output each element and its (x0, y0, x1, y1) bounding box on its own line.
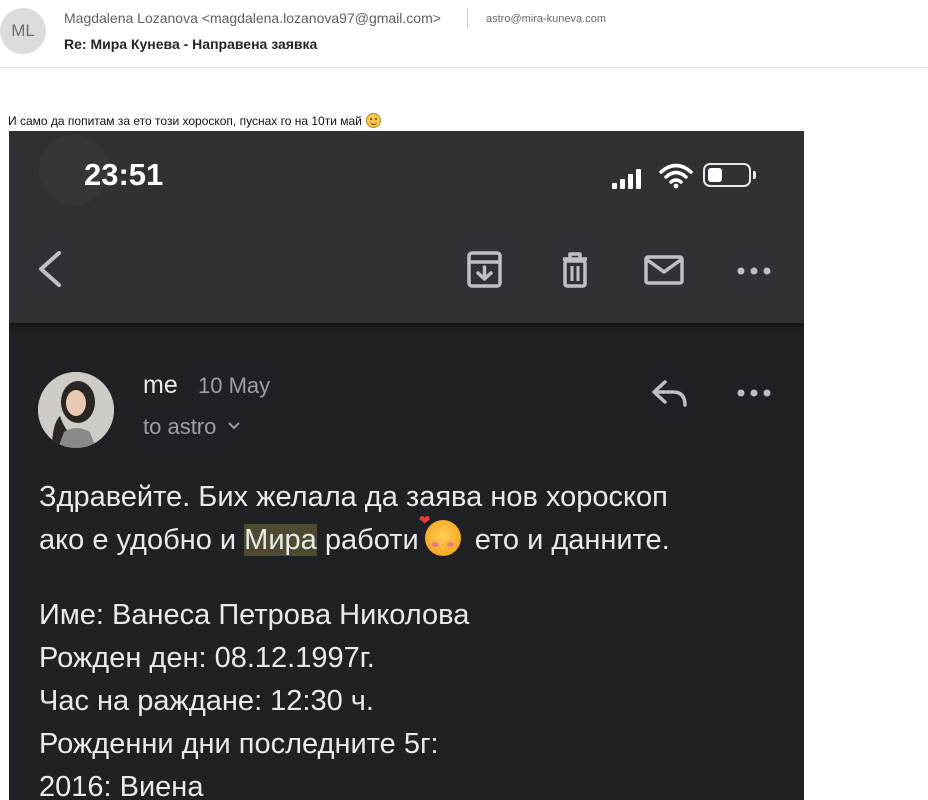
detail-line: Име: Ванеса Петрова Николова (39, 599, 470, 631)
archive-icon[interactable] (467, 251, 502, 288)
battery-icon (703, 163, 751, 187)
header-divider (467, 8, 468, 28)
highlighted-name: Мира (244, 524, 317, 556)
email-header: ML Magdalena Lozanova <magdalena.lozanov… (0, 0, 928, 68)
recipient-toggle[interactable]: to astro (143, 414, 241, 440)
email-subject: Re: Мира Кунева - Направена заявка (64, 36, 318, 52)
detail-line: Рожден ден: 08.12.1997г. (39, 642, 375, 674)
recipient-label: to astro (143, 414, 217, 439)
email-body-text: И само да попитам за ето този хороскоп, … (8, 113, 381, 128)
cellular-signal-icon (612, 167, 642, 189)
recipient-address[interactable]: astro@mira-kuneva.com (486, 13, 606, 25)
body-text: ето и данните. (466, 524, 670, 556)
profile-photo-avatar[interactable] (38, 372, 114, 448)
wifi-icon (659, 163, 693, 189)
reply-icon[interactable] (651, 379, 689, 407)
message-body: Здравейте. Бих желала да заява нов хорос… (39, 476, 799, 800)
battery-tip (753, 171, 756, 179)
chevron-down-icon (227, 422, 240, 430)
back-icon[interactable] (35, 249, 65, 289)
detail-line: Час на раждане: 12:30 ч. (39, 685, 374, 717)
sender-avatar[interactable]: ML (0, 8, 46, 54)
more-icon[interactable] (737, 267, 771, 275)
message-sender: me (143, 371, 178, 399)
mail-icon[interactable] (644, 255, 684, 285)
detail-line: Рожденни дни последните 5г: (39, 728, 439, 760)
message-date: 10 May (198, 373, 271, 398)
status-time: 23:51 (84, 157, 164, 192)
smiling-face-with-hearts-emoji-icon (419, 514, 461, 556)
smiling-emoji-icon (365, 113, 381, 128)
sender-address[interactable]: Magdalena Lozanova <magdalena.lozanova97… (64, 10, 441, 26)
body-line-2: ако е удобно и Мира работи ето и данните… (39, 514, 799, 562)
body-text: работи (316, 524, 419, 556)
more-options-icon[interactable] (737, 389, 771, 397)
trash-icon[interactable] (559, 249, 591, 289)
detail-line: 2016: Виена (39, 771, 204, 800)
mobile-toolbar: 23:51 (9, 131, 804, 323)
body-text-line: И само да попитам за ето този хороскоп, … (8, 113, 362, 128)
body-text: ако е удобно и (39, 524, 245, 556)
phone-screenshot-image: 23:51 me 10 May to astro Здравейте. Бих … (9, 131, 804, 800)
